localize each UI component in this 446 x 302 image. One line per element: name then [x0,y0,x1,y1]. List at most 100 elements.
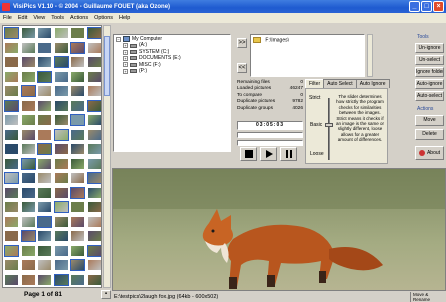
thumbnail[interactable] [70,273,85,286]
thumbnail[interactable] [20,99,36,112]
thumbnail[interactable] [4,27,19,39]
thumbnail[interactable] [53,259,69,271]
thumbnail[interactable] [20,201,36,213]
thumbnail[interactable] [4,244,19,257]
thumbnail[interactable] [53,273,69,286]
play-button[interactable] [260,147,277,161]
thumbnail[interactable] [20,273,36,286]
menu-file[interactable]: File [3,15,12,21]
thumbnail[interactable] [70,230,85,242]
expand-icon[interactable]: + [123,62,128,68]
drive-tree[interactable]: − My Computer + (A:) + SYSTEM (C:) + DOC… [113,34,231,152]
thumbnail[interactable] [4,157,19,170]
tab-auto-select[interactable]: Auto Select [323,79,357,88]
ignore-folder-button[interactable]: Ignore folder [415,67,444,77]
thumbnail[interactable] [37,99,52,112]
menu-options[interactable]: Options [94,15,113,21]
thumbnail[interactable] [20,230,36,242]
thumbnail[interactable] [37,128,52,141]
thumbnail[interactable] [70,41,85,54]
expand-icon[interactable]: + [123,49,128,55]
thumbnail[interactable] [70,128,85,141]
delete-button[interactable]: Delete [415,129,444,140]
thumbnail[interactable] [70,27,85,39]
auto-select-button[interactable]: Auto-select [415,91,444,101]
thumbnail[interactable] [86,230,101,242]
stop-button[interactable] [240,147,257,161]
thumbnail[interactable] [37,201,52,213]
thumbnail[interactable] [86,41,101,54]
tree-item[interactable]: + (P:) [116,68,228,74]
thumbnail[interactable] [4,172,19,184]
thumbnail[interactable] [4,128,19,141]
menu-view[interactable]: View [33,15,45,21]
pause-button[interactable] [280,147,297,161]
thumbnail[interactable] [53,85,69,97]
thumbnail[interactable] [4,114,19,126]
thumbnail[interactable] [53,143,69,155]
thumbnail[interactable] [37,114,52,126]
thumbnail[interactable] [53,230,69,242]
thumbnail[interactable] [4,56,19,68]
thumbnail[interactable] [4,186,19,199]
thumbnail[interactable] [37,230,52,242]
filter-slider[interactable] [328,98,330,160]
folder-scrollbar[interactable] [367,34,373,77]
thumbnail[interactable] [4,41,19,54]
thumbnail[interactable] [53,70,69,83]
thumbnail-scrollbar[interactable] [103,25,111,288]
thumbnail[interactable] [37,143,52,155]
thumbnail[interactable] [53,244,69,257]
close-button[interactable]: × [433,1,444,12]
thumbnail[interactable] [53,27,69,39]
thumbnail[interactable] [86,157,101,170]
thumbnail[interactable] [53,157,69,170]
thumbnail[interactable] [37,215,52,228]
thumbnail[interactable] [20,85,36,97]
thumbnail[interactable] [86,70,101,83]
thumbnail[interactable] [37,41,52,54]
auto-ignore-button[interactable]: Auto-ignore [415,79,444,89]
thumbnail[interactable] [37,186,52,199]
thumbnail[interactable] [70,186,85,199]
thumbnail[interactable] [70,56,85,68]
thumbnail[interactable] [70,259,85,271]
thumbnail[interactable] [37,56,52,68]
thumbnail[interactable] [70,143,85,155]
tab-auto-ignore[interactable]: Auto Ignore [355,79,390,88]
thumbnail[interactable] [53,114,69,126]
thumbnail[interactable] [37,157,52,170]
remove-folder-button[interactable]: << [237,63,247,73]
thumbnail[interactable] [86,259,101,271]
image-preview[interactable] [112,168,446,291]
thumbnail[interactable] [53,99,69,112]
thumbnail[interactable] [37,70,52,83]
thumbnail[interactable] [37,273,52,286]
thumbnail[interactable] [20,56,36,68]
thumbnail[interactable] [53,201,69,213]
thumbnail[interactable] [70,172,85,184]
filter-slider-thumb[interactable] [325,123,333,127]
thumbnail[interactable] [20,259,36,271]
thumbnail[interactable] [70,157,85,170]
thumbnail[interactable] [4,230,19,242]
thumbnail[interactable] [4,99,19,112]
thumbnail[interactable] [20,41,36,54]
thumbnail-grid[interactable] [2,25,102,288]
thumbnail[interactable] [86,273,101,286]
thumbnail[interactable] [20,114,36,126]
thumbnail[interactable] [37,27,52,39]
menu-actions[interactable]: Actions [70,15,88,21]
minimize-button[interactable]: _ [409,1,420,12]
thumbnail[interactable] [86,172,101,184]
expand-icon[interactable]: + [123,68,128,74]
about-button[interactable]: About [415,146,444,160]
thumbnail[interactable] [70,215,85,228]
thumbnail[interactable] [86,99,101,112]
thumbnail[interactable] [20,157,36,170]
thumbnail[interactable] [86,244,101,257]
thumbnail[interactable] [86,85,101,97]
thumbnail[interactable] [4,273,19,286]
thumbnail[interactable] [70,201,85,213]
thumbnail[interactable] [70,99,85,112]
